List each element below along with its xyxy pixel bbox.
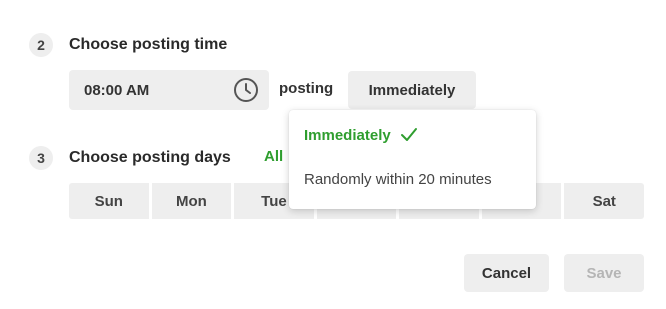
step-2-title: Choose posting time	[69, 36, 228, 53]
posting-mode-select[interactable]: Immediately	[348, 71, 476, 109]
posting-label: posting	[279, 80, 334, 97]
option-random[interactable]: Randomly within 20 minutes	[304, 171, 492, 188]
check-icon	[400, 128, 417, 141]
step-2-number: 2	[29, 33, 53, 57]
select-all-days-link[interactable]: All	[264, 148, 283, 165]
save-button[interactable]: Save	[564, 254, 644, 292]
posting-mode-dropdown: Immediately Randomly within 20 minutes	[289, 110, 536, 209]
day-sat[interactable]: Sat	[564, 183, 645, 219]
day-mon[interactable]: Mon	[151, 183, 232, 219]
clock-icon[interactable]	[233, 77, 259, 103]
day-sun[interactable]: Sun	[69, 183, 149, 219]
step-3-number: 3	[29, 146, 53, 170]
option-immediately[interactable]: Immediately	[304, 125, 419, 145]
cancel-button[interactable]: Cancel	[464, 254, 549, 292]
option-immediately-label: Immediately	[304, 126, 391, 144]
time-input[interactable]: 08:00 AM	[69, 70, 269, 110]
step-3-title: Choose posting days	[69, 149, 231, 166]
time-value: 08:00 AM	[84, 81, 150, 99]
option-random-label: Randomly within 20 minutes	[304, 171, 492, 188]
